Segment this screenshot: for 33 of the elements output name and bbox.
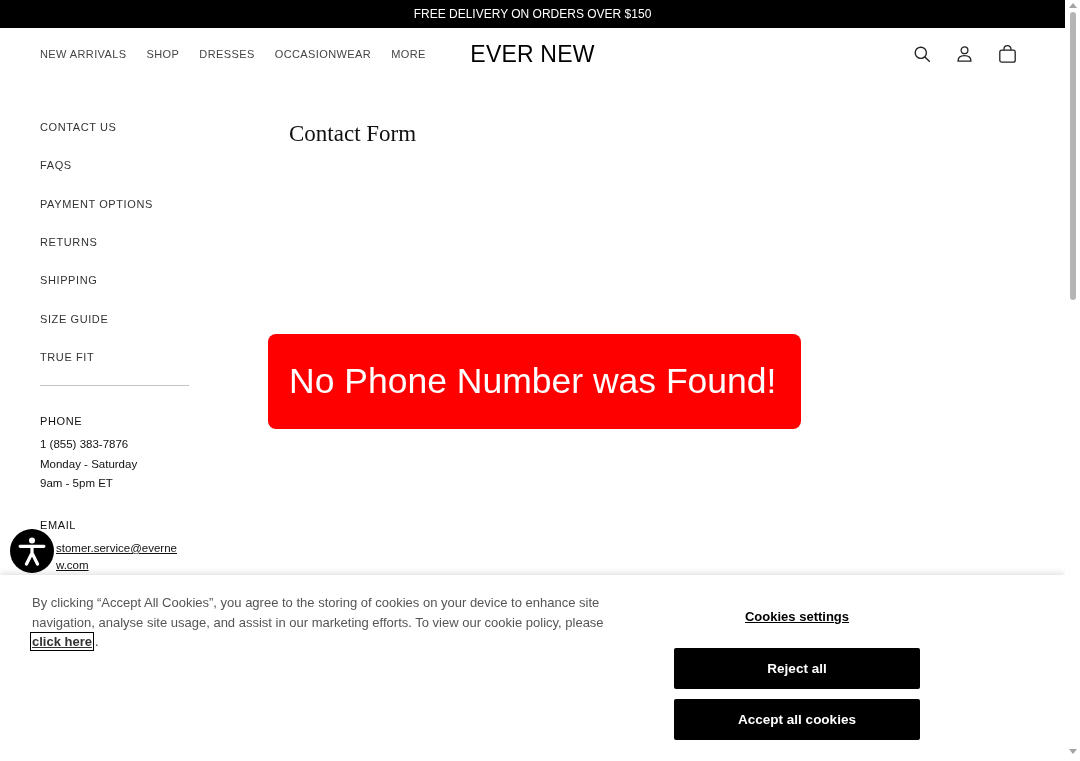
search-icon[interactable]: [914, 46, 930, 62]
email-link[interactable]: stomer.service@evernew.com: [56, 539, 186, 574]
account-icon[interactable]: [957, 46, 972, 62]
accessibility-icon: [17, 536, 47, 566]
phone-heading: PHONE: [40, 414, 84, 429]
phone-info-text: Monday - Saturday: [40, 456, 139, 472]
cookie-notice-text: By clicking “Accept All Cookies”, you agree to the storing of cookies on your device to enhance site navigation, analyse site usage, and assist in our marketing efforts. To view our cookie policy, please click here .: [32, 594, 605, 651]
nav-link[interactable]: NEW ARRIVALS: [40, 47, 127, 61]
error-message: No Phone Number was Found!: [268, 334, 801, 429]
logo[interactable]: EVER NEW: [470, 41, 595, 67]
email-heading: EMAIL: [40, 517, 77, 532]
sidebar-link[interactable]: PAYMENT OPTIONS: [40, 196, 153, 211]
sidebar-link[interactable]: SIZE GUIDE: [40, 311, 109, 326]
nav-link[interactable]: DRESSES: [199, 47, 255, 61]
sidebar-link[interactable]: RETURNS: [40, 235, 98, 250]
sidebar-link[interactable]: SHIPPING: [40, 273, 98, 288]
cookie-policy-link[interactable]: click here: [32, 634, 92, 649]
accessibility-button[interactable]: [10, 529, 54, 573]
nav-link[interactable]: OCCASIONWEAR: [274, 47, 372, 61]
scrollbar-thumb[interactable]: [1070, 12, 1076, 300]
cookie-button[interactable]: Reject all: [674, 648, 920, 689]
announcement-text: FREE DELIVERY ON ORDERS OVER $150: [413, 7, 652, 21]
cookie-button[interactable]: Accept all cookies: [674, 699, 920, 740]
sidebar-link[interactable]: TRUE FIT: [40, 350, 95, 365]
phone-info-text: 1 (855) 383-7876: [40, 437, 130, 453]
page-title: Contact Form: [289, 121, 417, 147]
cookie-settings-link[interactable]: Cookies settings: [745, 607, 849, 627]
nav-link[interactable]: SHOP: [146, 47, 180, 61]
phone-info-text: 9am - 5pm ET: [40, 476, 114, 492]
sidebar-link[interactable]: CONTACT US: [40, 120, 117, 135]
shopping-bag-icon[interactable]: [999, 45, 1016, 63]
sidebar-link[interactable]: FAQS: [40, 158, 72, 173]
nav-link[interactable]: MORE: [391, 47, 426, 61]
